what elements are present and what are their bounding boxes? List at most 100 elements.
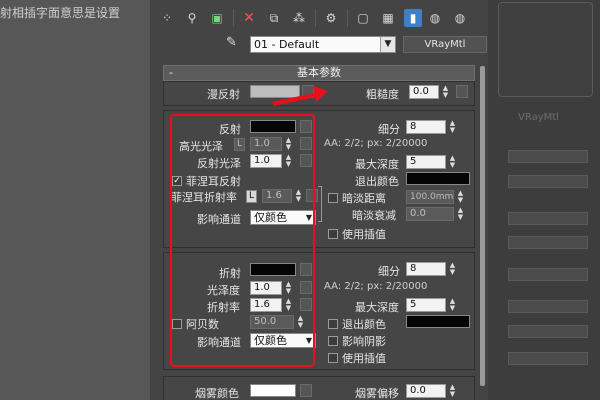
refract-glossiness-label: 光泽度 xyxy=(207,284,240,297)
background-article-text: 射相插字面意思是设置 xyxy=(0,6,121,20)
dim-distance-spinner[interactable]: ▲ ▼ xyxy=(456,190,465,204)
reflect-glossiness-label: 反射光泽 xyxy=(197,157,241,170)
reflect-exit-color-swatch[interactable] xyxy=(406,172,470,185)
fog-color-swatch[interactable] xyxy=(250,384,296,397)
eyedropper-icon[interactable]: ✎ xyxy=(226,35,242,52)
fresnel-ior-field[interactable]: 1.6 xyxy=(262,189,292,203)
rollout-header[interactable]: - 基本参数 xyxy=(163,65,475,81)
abbe-field[interactable]: 50.0 xyxy=(250,315,294,329)
refract-color-swatch[interactable] xyxy=(250,263,296,276)
hilight-spinner[interactable]: ▲ ▼ xyxy=(284,137,293,151)
material-type-button[interactable]: VRayMtl xyxy=(403,36,487,53)
refract-subdivs-label: 细分 xyxy=(378,265,400,278)
refract-aa-text: AA: 2/2; px: 2/20000 xyxy=(324,281,428,292)
ior-map-button[interactable] xyxy=(300,298,312,311)
affect-shadows-checkbox[interactable] xyxy=(328,336,338,346)
dim-distance-checkbox[interactable] xyxy=(328,193,338,203)
refract-label: 折射 xyxy=(219,267,241,280)
ior-spinner[interactable]: ▲ ▼ xyxy=(284,298,293,312)
chevron-down-icon[interactable]: ▼ xyxy=(380,37,395,52)
copy-icon[interactable]: ⧉ xyxy=(265,9,283,27)
fresnel-ior-lock-button[interactable]: L xyxy=(246,190,257,203)
reflect-affect-channels-dropdown[interactable]: 仅颜色 ▼ xyxy=(250,210,316,225)
fresnel-ior-spinner[interactable]: ▲ ▼ xyxy=(294,189,303,203)
fresnel-ior-map-button[interactable] xyxy=(306,189,318,202)
roughness-map-button[interactable] xyxy=(456,85,468,98)
diffuse-map-button[interactable] xyxy=(302,85,314,98)
sphere-dots-icon[interactable]: ⁘ xyxy=(158,9,176,27)
refract-subdivs-field[interactable]: 8 xyxy=(406,262,446,276)
ior-field[interactable]: 1.6 xyxy=(250,298,282,312)
toolbar-separator xyxy=(347,9,348,27)
reflect-aa-text: AA: 2/2; px: 2/20000 xyxy=(324,138,428,149)
roughness-spinner[interactable]: ▲ ▼ xyxy=(441,85,450,99)
dim-falloff-spinner[interactable]: ▲ ▼ xyxy=(456,207,465,221)
dim-falloff-field[interactable]: 0.0 xyxy=(406,207,454,221)
material-name-text: 01 - Default xyxy=(254,38,320,51)
reflect-subdivs-spinner[interactable]: ▲ ▼ xyxy=(448,120,457,134)
reflect-subdivs-label: 细分 xyxy=(378,123,400,136)
roughness-field[interactable]: 0.0 xyxy=(409,85,439,99)
green-cube-icon[interactable]: ▣ xyxy=(208,9,226,27)
refract-glossiness-map-button[interactable] xyxy=(300,281,312,294)
refract-affect-channels-dropdown[interactable]: 仅颜色 ▼ xyxy=(250,333,316,348)
hilight-glossiness-field[interactable]: 1.0 xyxy=(250,137,282,151)
delete-x-icon[interactable]: ✕ xyxy=(240,9,258,27)
dim-distance-label: 暗淡距离 xyxy=(342,192,386,205)
refract-affect-channels-label: 影响通道 xyxy=(197,336,241,349)
reflect-use-interpolation-checkbox[interactable] xyxy=(328,229,338,239)
refract-max-depth-field[interactable]: 5 xyxy=(406,298,446,312)
ior-label: 折射率 xyxy=(207,301,240,314)
reflect-glossiness-spinner[interactable]: ▲ ▼ xyxy=(284,154,293,168)
refract-exit-color-swatch[interactable] xyxy=(406,315,470,328)
background-right-panel: VRayMtl xyxy=(488,0,600,400)
refract-subdivs-spinner[interactable]: ▲ ▼ xyxy=(448,262,457,276)
square-icon[interactable]: ▢ xyxy=(354,9,372,27)
affect-shadows-label: 影响阴影 xyxy=(342,335,386,348)
fresnel-checkbox[interactable]: ✓ xyxy=(172,176,182,186)
abbe-spinner[interactable]: ▲ ▼ xyxy=(296,315,305,329)
teapot-icon[interactable]: ⚲ xyxy=(183,9,201,27)
fresnel-label: 菲涅耳反射 xyxy=(186,175,241,188)
refract-use-interpolation-checkbox[interactable] xyxy=(328,353,338,363)
refract-glossiness-field[interactable]: 1.0 xyxy=(250,281,282,295)
hilight-map-button[interactable] xyxy=(300,137,312,150)
diffuse-color-swatch[interactable] xyxy=(250,85,300,98)
reflect-map-button[interactable] xyxy=(300,120,312,133)
material-name-field[interactable]: 01 - Default ▼ xyxy=(250,36,396,53)
reflect-glossiness-field[interactable]: 1.0 xyxy=(250,154,282,168)
globe-2-icon[interactable]: ◍ xyxy=(451,9,469,27)
cubes-icon[interactable]: ⁂ xyxy=(290,9,308,27)
fog-bias-spinner[interactable]: ▲ ▼ xyxy=(448,384,457,398)
reflect-color-swatch[interactable] xyxy=(250,120,296,133)
refract-map-button[interactable] xyxy=(300,263,312,276)
refract-glossiness-spinner[interactable]: ▲ ▼ xyxy=(284,281,293,295)
hilight-lock-button[interactable]: L xyxy=(234,138,245,151)
dim-distance-field[interactable]: 100.0mm xyxy=(406,190,454,204)
fresnel-ior-label: 菲涅耳折射率 xyxy=(171,191,237,204)
ghost-field xyxy=(508,212,588,225)
reflect-glossiness-map-button[interactable] xyxy=(300,154,312,167)
reflect-max-depth-field[interactable]: 5 xyxy=(406,155,446,169)
preview-sphere-ghost xyxy=(498,2,593,97)
scrollbar-thumb[interactable] xyxy=(480,66,485,386)
refract-exit-color-checkbox[interactable] xyxy=(328,319,338,329)
fog-color-label: 烟雾颜色 xyxy=(195,387,239,400)
globe-icon[interactable]: ◍ xyxy=(426,9,444,27)
chevron-down-icon[interactable]: ▼ xyxy=(303,334,315,347)
checker-icon[interactable]: ▦ xyxy=(379,9,397,27)
reflect-subdivs-field[interactable]: 8 xyxy=(406,120,446,134)
chevron-down-icon[interactable]: ▼ xyxy=(303,211,315,224)
refract-max-depth-spinner[interactable]: ▲ ▼ xyxy=(448,298,457,312)
abbe-checkbox[interactable] xyxy=(172,319,182,329)
dim-bracket xyxy=(318,186,322,222)
gears-icon[interactable]: ⚙ xyxy=(322,9,340,27)
reflect-max-depth-spinner[interactable]: ▲ ▼ xyxy=(448,155,457,169)
active-slot-icon[interactable]: ▮ xyxy=(404,9,422,27)
fog-bias-field[interactable]: 0.0 xyxy=(406,384,446,398)
reflect-exit-color-label: 退出颜色 xyxy=(355,175,399,188)
ghost-field xyxy=(508,268,588,281)
refract-exit-color-label: 退出颜色 xyxy=(342,318,386,331)
ghost-field xyxy=(508,150,588,163)
fog-color-map-button[interactable] xyxy=(300,384,312,397)
